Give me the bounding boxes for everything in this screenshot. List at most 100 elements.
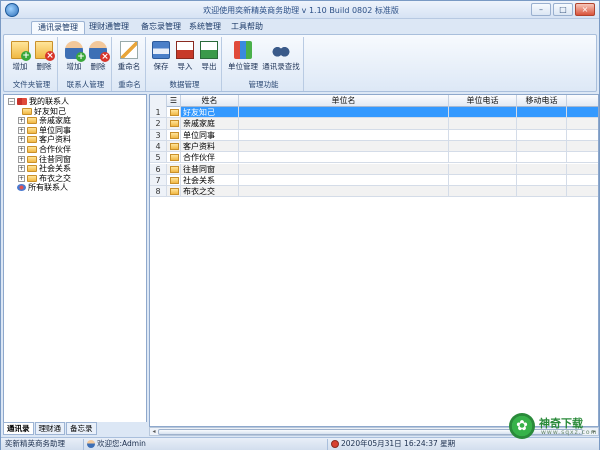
column-header-mobile[interactable]: 移动电话 — [517, 95, 567, 107]
folder-icon — [170, 109, 179, 116]
expand-icon[interactable]: + — [18, 165, 25, 173]
cell-name[interactable]: 往昔同窗 — [181, 163, 239, 175]
group-label: 文件夹管理 — [12, 80, 51, 89]
cell-extra[interactable] — [567, 140, 598, 153]
folder-icon — [170, 142, 179, 150]
contact-add-button[interactable]: 增加 — [62, 39, 86, 75]
cell-company[interactable] — [239, 163, 449, 175]
expand-icon[interactable]: + — [18, 155, 25, 163]
cell-extra[interactable] — [567, 175, 598, 187]
column-header-company-phone[interactable]: 单位电话 — [449, 95, 517, 107]
tree-item[interactable]: + 合作伙伴 — [8, 145, 71, 155]
table-row[interactable]: 3 单位同事 — [150, 129, 598, 141]
maximize-button[interactable]: □ — [553, 3, 573, 16]
rename-button[interactable]: 重命名 — [117, 39, 141, 75]
table-row[interactable]: 8 布衣之交 — [150, 186, 598, 198]
tree-item[interactable]: + 社会关系 — [8, 164, 71, 174]
cell-extra[interactable] — [567, 107, 598, 119]
tree-item[interactable]: 好友知己 — [8, 107, 71, 117]
cell-mobile[interactable] — [517, 118, 567, 130]
cell-extra[interactable] — [567, 118, 598, 130]
cell-mobile[interactable] — [517, 107, 567, 119]
tree-all-contacts[interactable]: 所有联系人 — [8, 183, 71, 193]
cell-company-phone[interactable] — [449, 129, 517, 141]
cell-company[interactable] — [239, 174, 449, 187]
cell-company-phone[interactable] — [449, 140, 517, 153]
expand-icon[interactable]: + — [18, 117, 25, 125]
cell-name[interactable]: 好友知己 — [181, 107, 239, 119]
cell-mobile[interactable] — [517, 140, 567, 153]
cell-extra[interactable] — [567, 152, 598, 164]
tab-contacts-module[interactable]: 通讯录 — [3, 422, 34, 435]
cell-company[interactable] — [239, 140, 449, 153]
expand-icon[interactable]: + — [18, 136, 25, 144]
cell-company-phone[interactable] — [449, 107, 517, 119]
expand-icon[interactable]: + — [18, 126, 25, 134]
contact-search-button[interactable]: 通讯录查找 — [262, 39, 300, 75]
table-row[interactable]: 6 往昔同窗 — [150, 163, 598, 175]
cell-company-phone[interactable] — [449, 118, 517, 130]
folder-delete-button[interactable]: 删除 — [32, 39, 56, 75]
unit-manage-button[interactable]: 单位管理 — [228, 39, 258, 75]
cell-name[interactable]: 布衣之交 — [181, 186, 239, 198]
collapse-icon[interactable]: − — [8, 98, 15, 105]
folder-add-button[interactable]: 增加 — [8, 39, 32, 75]
expand-icon[interactable]: + — [18, 145, 25, 153]
column-menu-icon[interactable]: ☰ — [167, 95, 181, 107]
tab-memo-module[interactable]: 备忘录 — [66, 422, 97, 435]
cell-company[interactable] — [239, 107, 449, 119]
cell-company[interactable] — [239, 118, 449, 130]
tree-item[interactable]: + 客户资料 — [8, 135, 71, 145]
table-row[interactable]: 7 社会关系 — [150, 174, 598, 187]
tab-finance-module[interactable]: 理财通 — [34, 422, 65, 435]
cell-name[interactable]: 客户资料 — [181, 140, 239, 153]
tab-memo[interactable]: 备忘录管理 — [135, 21, 187, 34]
scroll-left-icon[interactable]: ◂ — [150, 428, 158, 435]
cell-company[interactable] — [239, 129, 449, 141]
tab-tools-help[interactable]: 工具帮助 — [225, 21, 269, 34]
cell-mobile[interactable] — [517, 152, 567, 164]
table-row[interactable]: 4 客户资料 — [150, 140, 598, 153]
cell-company-phone[interactable] — [449, 174, 517, 187]
tree-item[interactable]: + 往昔同窗 — [8, 155, 71, 165]
minimize-button[interactable]: – — [531, 3, 551, 16]
import-button[interactable]: 导入 — [173, 39, 197, 75]
column-header-company[interactable]: 单位名 — [239, 95, 449, 107]
tab-system[interactable]: 系统管理 — [183, 21, 227, 34]
cell-extra[interactable] — [567, 186, 598, 198]
cell-company-phone[interactable] — [449, 152, 517, 164]
cell-company[interactable] — [239, 186, 449, 198]
export-button[interactable]: 导出 — [197, 39, 221, 75]
cell-mobile[interactable] — [517, 186, 567, 198]
cell-mobile[interactable] — [517, 163, 567, 175]
tab-contacts[interactable]: 通讯录管理 — [31, 21, 85, 34]
status-app-name: 奕新精英商务助理 — [5, 439, 65, 448]
tree-item[interactable]: + 单位同事 — [8, 126, 71, 136]
group-folder-manage: 增加 删除 文件夹管理 — [6, 37, 58, 91]
cell-mobile[interactable] — [517, 129, 567, 141]
cell-extra[interactable] — [567, 163, 598, 175]
cell-name[interactable]: 合作伙伴 — [181, 152, 239, 164]
column-header-name[interactable]: 姓名 — [181, 95, 239, 107]
cell-extra[interactable] — [567, 130, 598, 141]
expand-icon[interactable]: + — [18, 174, 25, 182]
tree-item[interactable]: + 布衣之交 — [8, 174, 71, 184]
table-row[interactable]: 2 亲戚家庭 — [150, 118, 598, 130]
close-button[interactable]: × — [575, 3, 595, 16]
cell-company-phone[interactable] — [449, 186, 517, 198]
cell-company-phone[interactable] — [449, 163, 517, 175]
window-title: 欢迎使用奕新精英商务助理 v 1.10 Build 0802 标准版 — [203, 6, 399, 15]
save-button[interactable]: 保存 — [149, 39, 173, 75]
cell-name[interactable]: 社会关系 — [181, 174, 239, 187]
cell-company[interactable] — [239, 152, 449, 164]
tree-item[interactable]: + 亲戚家庭 — [8, 116, 71, 126]
contact-delete-button[interactable]: 删除 — [86, 39, 110, 75]
folder-icon — [170, 120, 179, 128]
table-row[interactable]: 1 好友知己 — [150, 107, 598, 119]
table-row[interactable]: 5 合作伙伴 — [150, 152, 598, 164]
tree-root[interactable]: − 我的联系人 — [8, 97, 71, 107]
cell-name[interactable]: 亲戚家庭 — [181, 118, 239, 130]
tab-finance[interactable]: 理财通管理 — [83, 21, 135, 34]
cell-mobile[interactable] — [517, 174, 567, 187]
cell-name[interactable]: 单位同事 — [181, 129, 239, 141]
